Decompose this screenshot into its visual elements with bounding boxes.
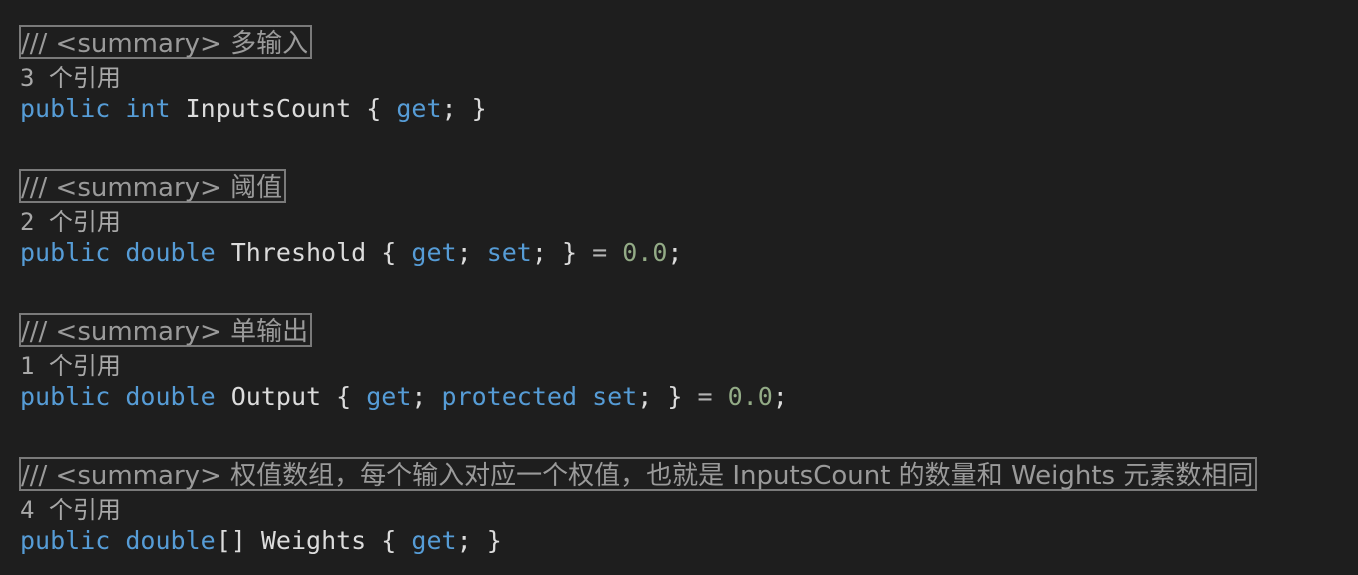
keyword-set: set — [592, 382, 638, 411]
brace-open: { — [366, 94, 382, 123]
references-codelens-output[interactable]: 1 个引用 — [20, 351, 121, 381]
code-line-weights: public double[] Weights { get; } — [20, 525, 502, 557]
property-name-output[interactable]: Output — [231, 382, 321, 411]
summary-comment-threshold[interactable]: /// <summary> 阈值 — [19, 169, 287, 203]
semicolon: ; — [667, 238, 683, 267]
keyword-public: public — [20, 382, 111, 411]
summary-comment-weights[interactable]: /// <summary> 权值数组，每个输入对应一个权值，也就是 Inputs… — [19, 457, 1258, 491]
numeric-literal: 0.0 — [727, 382, 773, 411]
semicolon: ; — [772, 382, 788, 411]
keyword-get: get — [411, 526, 457, 555]
brace-open: { — [336, 382, 352, 411]
summary-comment-output[interactable]: /// <summary> 单输出 — [19, 313, 313, 347]
semicolon: ; — [637, 382, 653, 411]
references-codelens-threshold[interactable]: 2 个引用 — [20, 207, 121, 237]
code-line-threshold: public double Threshold { get; set; } = … — [20, 237, 682, 269]
semicolon: ; — [411, 382, 427, 411]
keyword-public: public — [20, 94, 111, 123]
semicolon: ; — [531, 238, 547, 267]
semicolon: ; — [456, 238, 472, 267]
keyword-protected: protected — [441, 382, 577, 411]
brace-close: } — [561, 238, 578, 267]
brace-close: } — [667, 382, 683, 411]
keyword-get: get — [411, 238, 457, 267]
semicolon: ; — [456, 526, 472, 555]
keyword-double: double — [125, 238, 216, 267]
references-codelens-inputscount[interactable]: 3 个引用 — [20, 63, 121, 93]
keyword-public: public — [20, 526, 111, 555]
summary-comment-inputscount[interactable]: /// <summary> 多输入 — [19, 25, 313, 59]
brace-close: } — [486, 526, 502, 555]
brace-close: } — [471, 94, 487, 123]
keyword-int: int — [125, 94, 171, 123]
code-line-output: public double Output { get; protected se… — [20, 381, 788, 413]
keyword-public: public — [20, 238, 111, 267]
property-name-inputscount[interactable]: InputsCount — [186, 94, 352, 123]
keyword-set: set — [486, 238, 532, 267]
brace-open: { — [381, 238, 397, 267]
semicolon: ; — [441, 94, 457, 123]
keyword-double: double — [125, 526, 216, 555]
numeric-literal: 0.0 — [622, 238, 668, 267]
brace-open: { — [381, 526, 397, 555]
keyword-get: get — [396, 94, 442, 123]
property-name-weights[interactable]: Weights — [261, 526, 366, 555]
assign-operator: = — [592, 238, 608, 267]
array-brackets: [] — [215, 526, 246, 555]
keyword-get: get — [366, 382, 412, 411]
code-line-inputscount: public int InputsCount { get; } — [20, 93, 487, 125]
assign-operator: = — [697, 382, 713, 411]
property-name-threshold[interactable]: Threshold — [231, 238, 366, 267]
keyword-double: double — [125, 382, 216, 411]
references-codelens-weights[interactable]: 4 个引用 — [20, 495, 121, 525]
